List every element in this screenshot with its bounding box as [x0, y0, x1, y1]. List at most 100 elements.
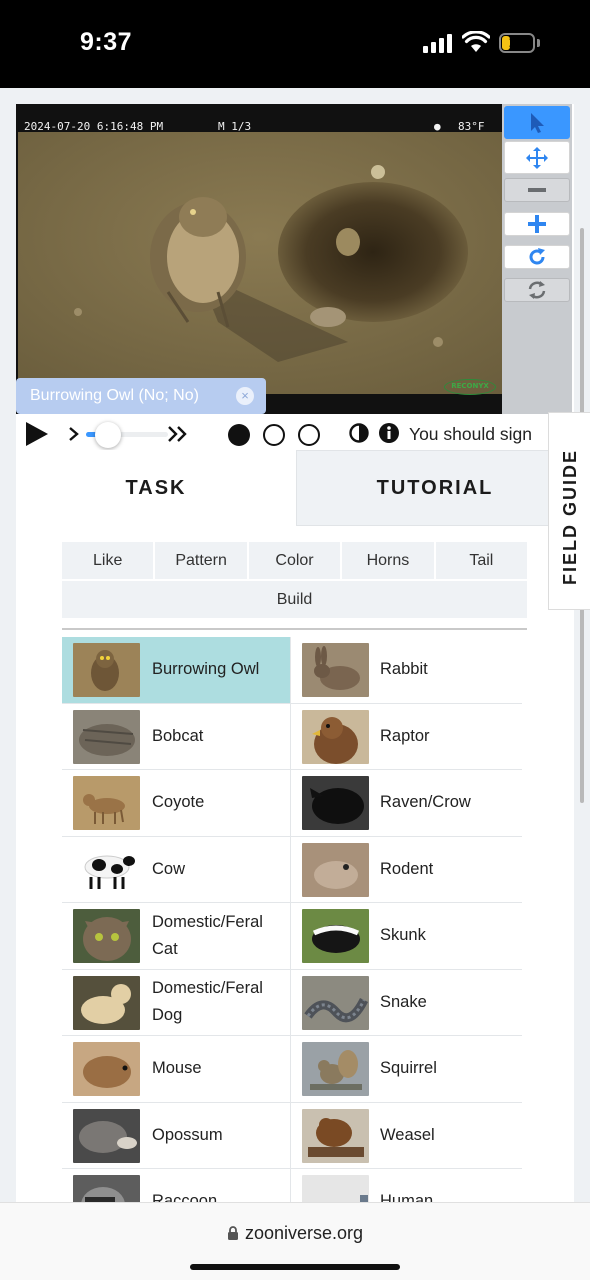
choice-squirrel[interactable]: Squirrel [291, 1036, 522, 1103]
pointer-button[interactable] [504, 106, 570, 139]
home-indicator[interactable] [190, 1264, 400, 1270]
rodent-thumbnail [302, 842, 369, 897]
annotation-tag[interactable]: Burrowing Owl (No; No) × [16, 378, 266, 414]
cow-thumbnail [73, 842, 140, 897]
filter-build[interactable]: Build [62, 581, 527, 618]
choice-label: Raven/Crow [380, 793, 471, 812]
cellular-signal-icon [423, 33, 453, 53]
filter-color[interactable]: Color [248, 542, 341, 579]
battery-icon: 17 [499, 33, 535, 53]
choice-raptor[interactable]: Raptor [291, 704, 522, 770]
choice-coyote[interactable]: Coyote [62, 770, 291, 837]
flipbook-controls: You should sign [16, 416, 574, 450]
next-frame-icon[interactable] [68, 426, 80, 442]
species-choices: Burrowing Owl Rabbit Bobcat Raptor Coyot… [62, 637, 522, 1202]
choice-rabbit[interactable]: Rabbit [291, 637, 522, 704]
url-text: zooniverse.org [0, 1223, 590, 1244]
zoom-out-button[interactable] [504, 178, 570, 202]
choice-cow[interactable]: Cow [62, 836, 291, 903]
weasel-thumbnail [302, 1108, 369, 1163]
choice-label: Rabbit [380, 660, 428, 679]
fast-forward-icon[interactable] [167, 425, 189, 443]
camera-logo: RECONYX [444, 379, 496, 395]
human-thumbnail [302, 1175, 369, 1202]
choice-label: Opossum [152, 1125, 223, 1144]
url-label: zooniverse.org [244, 1223, 364, 1243]
choice-label: Rodent [380, 859, 434, 878]
choice-label: Burrowing Owl [152, 660, 260, 679]
opossum-thumbnail [73, 1108, 140, 1163]
sign-in-notice: You should sign [409, 424, 532, 444]
rabbit-thumbnail [302, 643, 369, 697]
pointer-icon [531, 112, 544, 133]
classifier-card: 2024-07-20 6:16:48 PM M 1/3 ● 83°F RECON… [16, 104, 574, 1202]
choice-label: Mouse [152, 1059, 202, 1078]
choice-domestic-feral-cat[interactable]: Domestic/Feral Cat [62, 903, 291, 970]
choice-skunk[interactable]: Skunk [291, 903, 522, 970]
battery-level: 17 [508, 34, 526, 51]
bobcat-thumbnail [73, 709, 140, 764]
speed-slider-handle[interactable] [95, 422, 121, 448]
choice-label: Cow [152, 859, 186, 878]
zoom-out-icon [528, 188, 546, 192]
choice-label: Raccoon [152, 1192, 218, 1202]
choice-label: Human [380, 1192, 434, 1202]
choice-human[interactable]: Human [291, 1169, 522, 1202]
domestic-cat-thumbnail [73, 909, 140, 963]
clock: 9:37 [80, 28, 133, 56]
skunk-thumbnail [302, 909, 369, 963]
zoom-in-button[interactable] [504, 212, 570, 236]
invert-icon[interactable] [349, 423, 369, 443]
choice-label: Squirrel [380, 1059, 437, 1078]
snake-thumbnail [302, 975, 369, 1030]
choice-label: Skunk [380, 926, 426, 945]
play-icon[interactable] [24, 421, 50, 447]
choice-opossum[interactable]: Opossum [62, 1102, 291, 1169]
mouse-thumbnail [73, 1042, 140, 1096]
move-icon [526, 146, 548, 169]
rotate-icon [529, 248, 545, 265]
choice-rodent[interactable]: Rodent [291, 837, 522, 903]
coyote-thumbnail [73, 776, 140, 830]
wifi-icon [462, 31, 490, 52]
reset-button[interactable] [504, 278, 570, 302]
raven-crow-thumbnail [302, 776, 369, 830]
choice-mouse[interactable]: Mouse [62, 1036, 291, 1103]
choice-label: Coyote [152, 793, 205, 812]
domestic-dog-thumbnail [73, 975, 140, 1030]
choice-label: Weasel [380, 1125, 435, 1144]
tab-task[interactable]: TASK [16, 450, 296, 526]
move-button[interactable] [504, 141, 570, 174]
remove-tag-icon[interactable]: × [236, 387, 254, 405]
choice-label: Raptor [380, 726, 430, 745]
filter-tail[interactable]: Tail [435, 542, 528, 579]
zoom-in-icon [528, 215, 546, 233]
choice-burrowing-owl[interactable]: Burrowing Owl [62, 637, 291, 704]
filter-pattern[interactable]: Pattern [155, 542, 247, 579]
camera-moon-icon: ● [434, 120, 441, 133]
frame-dot-1[interactable] [228, 424, 250, 446]
filter-like[interactable]: Like [62, 542, 154, 579]
choice-raccoon[interactable]: Raccoon [62, 1169, 291, 1202]
choice-label: Domestic/Feral Cat [152, 912, 263, 958]
rotate-button[interactable] [504, 245, 570, 269]
choice-label: Domestic/Feral Dog [152, 979, 263, 1025]
choice-raven-crow[interactable]: Raven/Crow [291, 770, 522, 837]
choice-snake[interactable]: Snake [291, 970, 522, 1036]
filter-horns[interactable]: Horns [342, 542, 434, 579]
choice-bobcat[interactable]: Bobcat [62, 703, 291, 770]
camera-trap-image [18, 132, 502, 394]
frame-dot-3[interactable] [298, 424, 320, 446]
field-guide-label[interactable]: FIELD GUIDE [560, 449, 581, 585]
browser-address-bar[interactable]: zooniverse.org [0, 1202, 590, 1280]
subject-viewer[interactable]: 2024-07-20 6:16:48 PM M 1/3 ● 83°F RECON… [16, 104, 504, 414]
filter-divider [62, 628, 527, 630]
frame-dot-2[interactable] [263, 424, 285, 446]
camera-frame: M 1/3 [218, 120, 252, 133]
choice-weasel[interactable]: Weasel [291, 1103, 522, 1169]
choice-domestic-feral-dog[interactable]: Domestic/Feral Dog [62, 969, 291, 1036]
raccoon-thumbnail [73, 1175, 140, 1202]
raptor-thumbnail [302, 709, 369, 764]
tab-tutorial[interactable]: TUTORIAL [296, 450, 574, 526]
info-icon[interactable] [378, 422, 400, 444]
